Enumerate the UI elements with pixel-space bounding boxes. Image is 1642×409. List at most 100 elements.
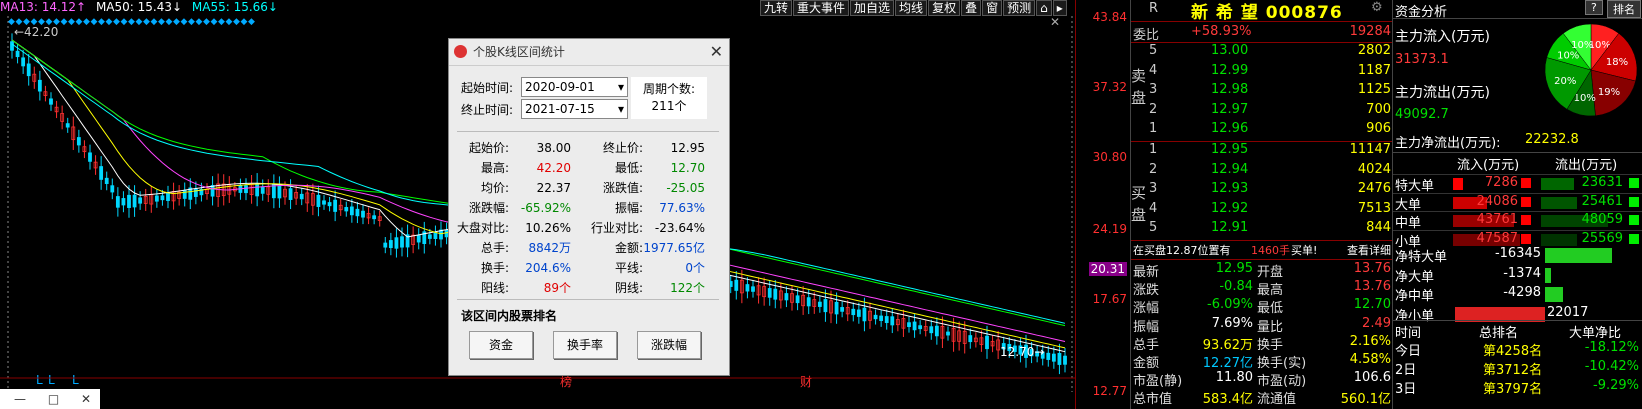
candle-body <box>88 152 92 162</box>
inflow-value: 7286 <box>1484 175 1518 190</box>
sell-order-row: 2 12.97 700 <box>1131 102 1393 120</box>
field-value: 583.4亿 <box>1202 392 1253 408</box>
field-label: 市盈(静) <box>1133 374 1183 390</box>
candle-body <box>132 194 137 208</box>
candle-body <box>907 322 911 328</box>
level-number: 1 <box>1149 142 1158 157</box>
close-icon[interactable]: ✕ <box>81 392 91 406</box>
candle-body <box>884 316 889 324</box>
event-marker: ◆ <box>196 17 203 27</box>
level-price: 12.92 <box>1211 200 1249 216</box>
stat-value: 12.70 <box>670 161 705 175</box>
rank-ratio: -9.29% <box>1593 378 1639 393</box>
net-label: 净中单 <box>1395 289 1435 304</box>
price-tick: 17.67 <box>1092 292 1127 306</box>
level-price: 12.96 <box>1211 121 1249 137</box>
ranking-button[interactable]: 排名 <box>1607 0 1641 18</box>
stat-row: 总手: 8842万 金额:1977.65亿 <box>449 239 705 256</box>
turnover-rank-button[interactable]: 换手率 <box>553 331 617 359</box>
buy-side-label: 买盘 <box>1131 184 1147 224</box>
stat-label: 金额: <box>614 241 643 255</box>
candle-body <box>968 335 973 343</box>
toolbar-button[interactable]: 窗 <box>982 0 1003 16</box>
candle-body <box>1051 353 1056 362</box>
candle-body <box>873 314 878 320</box>
ma50-label: MA50: 15.43↓ <box>95 0 183 14</box>
toolbar-button[interactable]: 重大事件 <box>793 0 850 16</box>
event-marker: ◆ <box>181 17 188 27</box>
stat-value: 1977.65亿 <box>643 241 705 255</box>
rank-row: 3日 第3797名 -9.29% <box>1393 378 1642 397</box>
toolbar-button[interactable]: 加自选 <box>850 0 895 16</box>
start-time-select[interactable]: 2020-09-01 ▾ <box>521 77 628 97</box>
event-marker: ◆ <box>166 17 173 27</box>
event-marker: ◆ <box>233 17 240 27</box>
change-rank-button[interactable]: 涨跌幅 <box>637 331 701 359</box>
price-tick: 12.77 <box>1092 384 1127 398</box>
capital-rank-button[interactable]: 资金 <box>469 331 533 359</box>
field-label: 换手 <box>1257 337 1284 353</box>
minimize-icon[interactable]: — <box>14 392 26 406</box>
ranking-title: 该区间内股票排名 <box>461 309 558 323</box>
candle-body <box>912 321 917 331</box>
field-value: -6.09% <box>1207 297 1253 313</box>
field-value: 2.16% <box>1349 333 1391 349</box>
net-flow-row: 净大单 -1374 <box>1393 266 1642 285</box>
candle-body <box>439 229 443 240</box>
candle-body <box>271 184 276 199</box>
dialog-titlebar[interactable]: 个股K线区间统计 ✕ <box>449 39 729 66</box>
window-controls: — □ ✕ <box>0 389 100 409</box>
stat-value: -65.92% <box>520 201 571 215</box>
stock-title: 新 希 望 000876 <box>1191 3 1343 23</box>
sell-order-row: 4 12.99 1187 <box>1131 63 1393 81</box>
level-volume: 11147 <box>1349 142 1391 157</box>
toolbar-button[interactable]: 预测 <box>1003 0 1036 16</box>
event-marker: ◆ <box>188 17 195 27</box>
lock-icon[interactable]: ⌂ <box>1036 0 1052 16</box>
toolbar-button[interactable]: 九转 <box>760 0 793 16</box>
rank-row: 今日 第4258名 -18.12% <box>1393 340 1642 359</box>
inflow-bar <box>1453 178 1464 190</box>
view-detail-link[interactable]: 查看详细 <box>1347 242 1391 258</box>
menu-arrow-icon[interactable]: ▸ <box>1052 0 1067 16</box>
gear-icon[interactable]: ⚙ <box>1371 0 1383 15</box>
close-icon[interactable]: ✕ <box>710 39 723 65</box>
outflow-label: 主力流出(万元) <box>1395 85 1490 101</box>
chevron-down-icon: ▾ <box>617 80 624 94</box>
event-marker: ◆ <box>106 17 113 27</box>
notice-qty: 1460手 <box>1251 244 1290 257</box>
stat-value: -23.64% <box>654 221 705 235</box>
candle-body <box>76 137 81 146</box>
end-time-select[interactable]: 2021-07-15 ▾ <box>521 99 628 119</box>
toolbar-button[interactable]: 叠 <box>961 0 982 16</box>
end-time-label: 终止时间: <box>461 103 514 117</box>
stat-label: 平线: <box>614 261 643 275</box>
event-marker: ◆ <box>98 17 105 27</box>
stat-row: 最高: 42.20 最低: 12.70 <box>449 159 705 176</box>
stat-label: 阴线: <box>614 281 643 295</box>
pie-slice-label: 10% <box>1574 93 1596 104</box>
event-marker: ◆ <box>83 17 90 27</box>
event-label-rank: 榜 <box>560 374 572 389</box>
rank-position: 第3712名 <box>1483 363 1543 378</box>
level-volume: 700 <box>1366 101 1391 117</box>
order-size-label: 特大单 <box>1395 179 1435 194</box>
level-price: 12.91 <box>1211 220 1249 236</box>
flow-title: 资金分析 <box>1395 5 1448 20</box>
toolbar-button[interactable]: 复权 <box>928 0 961 16</box>
candle-body <box>427 234 432 239</box>
level-price: 12.94 <box>1211 161 1249 177</box>
flow-header: 资金分析 ? 排名 <box>1393 0 1642 20</box>
candle-body <box>115 196 120 208</box>
help-button[interactable]: ? <box>1585 0 1603 15</box>
field-label: 量比 <box>1257 319 1284 335</box>
toolbar-button[interactable]: 均线 <box>895 0 928 16</box>
order-size-label: 中单 <box>1395 216 1422 231</box>
net-label: 净大单 <box>1395 269 1435 285</box>
net-outflow-label: 主力净流出(万元): <box>1395 136 1501 151</box>
flow-table-row: 大单 24086 25461 <box>1393 192 1642 213</box>
maximize-icon[interactable]: □ <box>48 392 59 406</box>
field-value: 11.80 <box>1215 370 1253 386</box>
level-number: 4 <box>1149 62 1158 78</box>
candle-body <box>946 331 950 336</box>
